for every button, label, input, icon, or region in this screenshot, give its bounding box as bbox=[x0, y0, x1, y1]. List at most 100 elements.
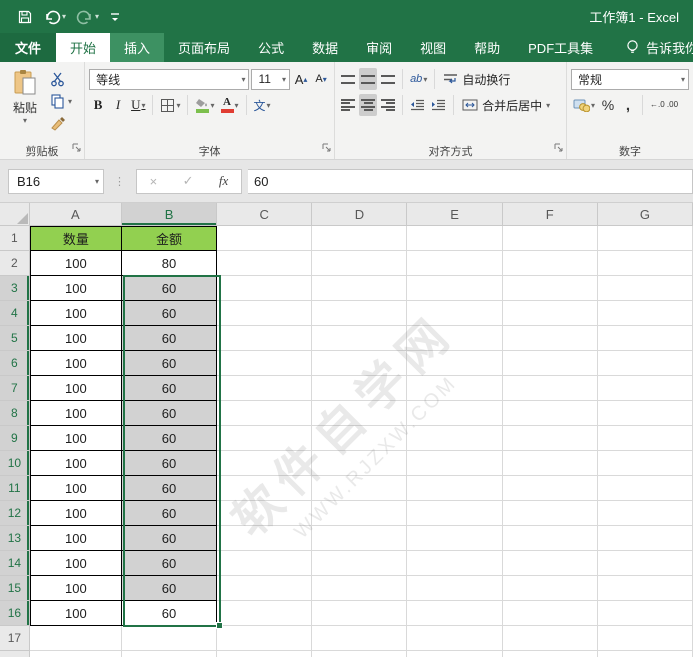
cell-F3[interactable] bbox=[502, 276, 598, 301]
column-header-B[interactable]: B bbox=[121, 203, 218, 226]
fill-color-button[interactable]: ▾ bbox=[193, 94, 216, 116]
cell-E15[interactable] bbox=[407, 576, 503, 601]
cell-B4[interactable]: 60 bbox=[121, 301, 218, 326]
cell-A17[interactable] bbox=[29, 626, 122, 651]
cell-B9[interactable]: 60 bbox=[121, 426, 218, 451]
tab-7[interactable]: 审阅 bbox=[352, 33, 406, 62]
cell-A1[interactable]: 数量 bbox=[29, 226, 122, 251]
tell-me-box[interactable]: 告诉我你想要做 bbox=[625, 33, 693, 62]
row-header-16[interactable]: 16 bbox=[0, 601, 30, 626]
font-name-combo[interactable]: 等线 ▾ bbox=[89, 68, 250, 90]
cell-D16[interactable] bbox=[312, 601, 408, 626]
name-box[interactable]: B16 ▾ bbox=[8, 168, 104, 194]
cell-E14[interactable] bbox=[407, 551, 503, 576]
cell-B1[interactable]: 金额 bbox=[121, 226, 218, 251]
cell-F13[interactable] bbox=[502, 526, 598, 551]
paste-button[interactable]: 粘贴 ▾ bbox=[4, 66, 46, 142]
cell-D17[interactable] bbox=[312, 626, 408, 651]
cell-D7[interactable] bbox=[312, 376, 408, 401]
cell-C18[interactable] bbox=[217, 651, 313, 657]
cell-G5[interactable] bbox=[597, 326, 693, 351]
row-header-9[interactable]: 9 bbox=[0, 426, 30, 451]
customize-qat-icon[interactable] bbox=[106, 6, 124, 28]
cell-A11[interactable]: 100 bbox=[29, 476, 122, 501]
font-size-combo[interactable]: 11 ▾ bbox=[251, 68, 291, 90]
cell-C7[interactable] bbox=[217, 376, 313, 401]
insert-function-icon[interactable]: fx bbox=[219, 173, 228, 189]
cell-F15[interactable] bbox=[502, 576, 598, 601]
cell-F12[interactable] bbox=[502, 501, 598, 526]
cell-C14[interactable] bbox=[217, 551, 313, 576]
cell-E6[interactable] bbox=[407, 351, 503, 376]
cell-A12[interactable]: 100 bbox=[29, 501, 122, 526]
tab-3[interactable]: 插入 bbox=[110, 33, 165, 62]
cell-B7[interactable]: 60 bbox=[121, 376, 218, 401]
cell-G9[interactable] bbox=[597, 426, 693, 451]
cell-D8[interactable] bbox=[312, 401, 408, 426]
enter-icon[interactable]: ✓ bbox=[183, 173, 194, 189]
cell-F9[interactable] bbox=[502, 426, 598, 451]
cell-G8[interactable] bbox=[597, 401, 693, 426]
cell-G17[interactable] bbox=[597, 626, 693, 651]
row-header-13[interactable]: 13 bbox=[0, 526, 30, 551]
cell-A6[interactable]: 100 bbox=[29, 351, 122, 376]
cell-F8[interactable] bbox=[502, 401, 598, 426]
cell-D2[interactable] bbox=[312, 251, 408, 276]
cell-F16[interactable] bbox=[502, 601, 598, 626]
cell-F10[interactable] bbox=[502, 451, 598, 476]
copy-dropdown-icon[interactable]: ▾ bbox=[68, 97, 72, 106]
cell-C15[interactable] bbox=[217, 576, 313, 601]
cell-B6[interactable]: 60 bbox=[121, 351, 218, 376]
cell-D15[interactable] bbox=[312, 576, 408, 601]
cell-G2[interactable] bbox=[597, 251, 693, 276]
cell-C6[interactable] bbox=[217, 351, 313, 376]
cell-F18[interactable] bbox=[502, 651, 598, 657]
cell-E2[interactable] bbox=[407, 251, 503, 276]
cell-G7[interactable] bbox=[597, 376, 693, 401]
cell-B5[interactable]: 60 bbox=[121, 326, 218, 351]
cell-E5[interactable] bbox=[407, 326, 503, 351]
tab-2[interactable]: 开始 bbox=[56, 33, 111, 62]
tab-4[interactable]: 页面布局 bbox=[164, 33, 244, 62]
column-header-A[interactable]: A bbox=[29, 203, 122, 226]
cell-B14[interactable]: 60 bbox=[121, 551, 218, 576]
increase-indent-button[interactable] bbox=[429, 94, 448, 116]
tab-5[interactable]: 公式 bbox=[244, 33, 298, 62]
cell-F6[interactable] bbox=[502, 351, 598, 376]
alignment-dialog-launcher-icon[interactable] bbox=[554, 143, 564, 156]
cell-G10[interactable] bbox=[597, 451, 693, 476]
cell-F14[interactable] bbox=[502, 551, 598, 576]
cell-B18[interactable] bbox=[121, 651, 218, 657]
cell-E9[interactable] bbox=[407, 426, 503, 451]
font-dialog-launcher-icon[interactable] bbox=[322, 143, 332, 156]
cell-A5[interactable]: 100 bbox=[29, 326, 122, 351]
cell-A13[interactable]: 100 bbox=[29, 526, 122, 551]
cell-E3[interactable] bbox=[407, 276, 503, 301]
comma-style-button[interactable]: , bbox=[619, 94, 637, 116]
undo-dropdown-icon[interactable]: ▾ bbox=[62, 12, 66, 21]
cell-D12[interactable] bbox=[312, 501, 408, 526]
row-header-11[interactable]: 11 bbox=[0, 476, 30, 501]
cell-B15[interactable]: 60 bbox=[121, 576, 218, 601]
cell-D5[interactable] bbox=[312, 326, 408, 351]
cell-B10[interactable]: 60 bbox=[121, 451, 218, 476]
cell-E4[interactable] bbox=[407, 301, 503, 326]
cell-D14[interactable] bbox=[312, 551, 408, 576]
cell-A4[interactable]: 100 bbox=[29, 301, 122, 326]
cell-C2[interactable] bbox=[217, 251, 313, 276]
cell-E8[interactable] bbox=[407, 401, 503, 426]
cell-C8[interactable] bbox=[217, 401, 313, 426]
row-header-18[interactable]: 18 bbox=[0, 651, 30, 657]
row-header-4[interactable]: 4 bbox=[0, 301, 30, 326]
borders-button[interactable]: ▾ bbox=[158, 94, 182, 116]
merge-center-button[interactable]: 合并后居中 ▾ bbox=[459, 94, 553, 116]
save-icon[interactable] bbox=[14, 6, 36, 28]
number-format-combo[interactable]: 常规 ▾ bbox=[571, 68, 689, 90]
cell-E18[interactable] bbox=[407, 651, 503, 657]
cell-F11[interactable] bbox=[502, 476, 598, 501]
row-header-2[interactable]: 2 bbox=[0, 251, 30, 276]
cell-F5[interactable] bbox=[502, 326, 598, 351]
cell-G18[interactable] bbox=[597, 651, 693, 657]
cell-B11[interactable]: 60 bbox=[121, 476, 218, 501]
column-header-E[interactable]: E bbox=[407, 203, 503, 226]
